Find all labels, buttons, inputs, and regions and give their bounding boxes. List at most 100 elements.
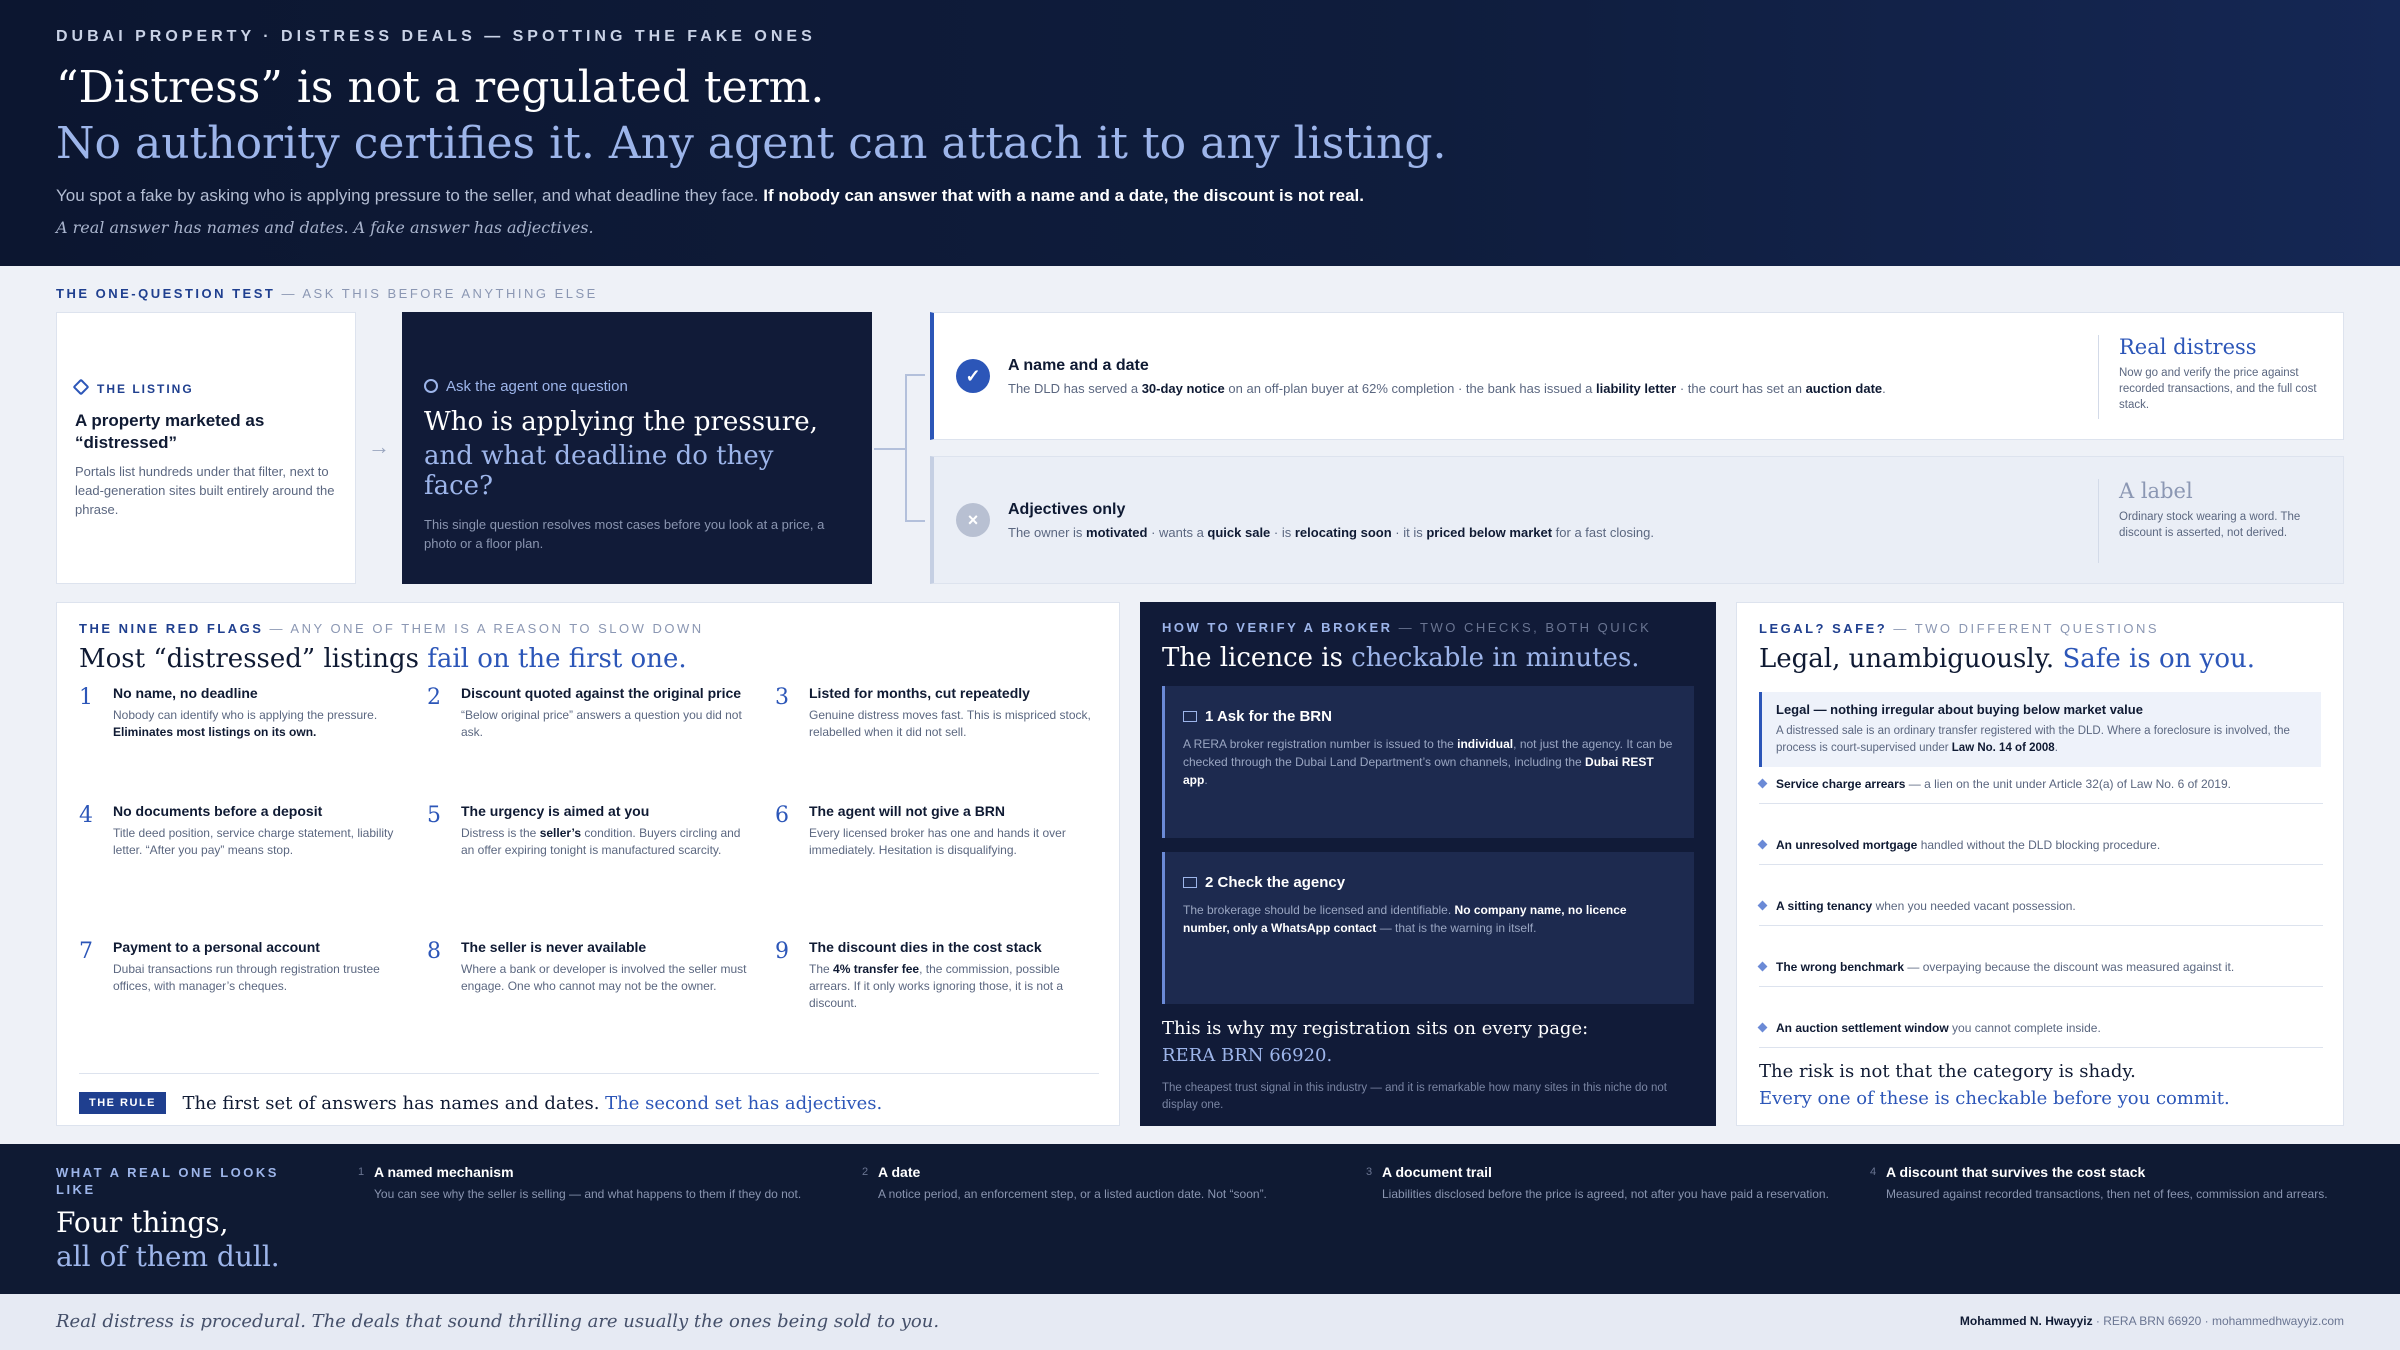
- band-label: WHAT A REAL ONE LOOKS LIKE: [56, 1165, 279, 1197]
- answer-real-side: Real distress Now go and verify the pric…: [2098, 335, 2328, 419]
- flag-text-a: Genuine distress moves fast. This is mis…: [809, 708, 1091, 739]
- flag-text: Genuine distress moves fast. This is mis…: [809, 707, 1095, 741]
- flag-text: Title deed position, service charge stat…: [113, 825, 399, 859]
- rule-text-plain: The first set of answers has names and d…: [182, 1093, 606, 1114]
- lead-bold: If nobody can answer that with a name an…: [763, 186, 1365, 205]
- rule-text: The first set of answers has names and d…: [182, 1093, 882, 1114]
- risk-item: Service charge arrears — a lien on the u…: [1757, 777, 2323, 804]
- red-flag-item: 6 The agent will not give a BRN Every lice…: [775, 803, 1095, 859]
- listing-desc: Portals list hundreds under that filter,…: [75, 464, 335, 517]
- step-brn-title: 1 Ask for the BRN: [1205, 708, 1332, 725]
- test-label-sub: — ASK THIS BEFORE ANYTHING ELSE: [281, 286, 598, 301]
- footer: Real distress is procedural. The deals t…: [0, 1294, 2400, 1350]
- real-thing-item: 4 A discount that survives the cost stack…: [1870, 1164, 2340, 1203]
- risk-item-bold: An auction settlement window: [1776, 1021, 1949, 1035]
- thing-text: Liabilities disclosed before the price i…: [1382, 1187, 1829, 1201]
- red-flag-item: 5 The urgency is aimed at you Distress is …: [427, 803, 747, 859]
- real-desc-b1: 30-day notice: [1141, 381, 1225, 396]
- rule-chip: THE RULE: [79, 1092, 166, 1114]
- verify-title-plain: The licence is: [1162, 643, 1352, 673]
- flags-label: THE NINE RED FLAGS: [79, 621, 264, 636]
- verify-foot-note: The cheapest trust signal in this indust…: [1162, 1082, 1667, 1111]
- flags-section-label: THE NINE RED FLAGS — ANY ONE OF THEM IS …: [79, 621, 1097, 636]
- headline-secondary: No authority certifies it. Any agent can…: [56, 118, 1447, 169]
- red-flag-item: 4 No documents before a deposit Title deed…: [79, 803, 399, 859]
- risk-item-bold: A sitting tenancy: [1776, 899, 1873, 913]
- red-flag-item: 8 The seller is never available Where a ba…: [427, 939, 747, 995]
- flag-text-a: Dubai transactions run through registrat…: [113, 962, 380, 993]
- band-title-line2: all of them dull.: [56, 1240, 280, 1273]
- flag-text-b: 4% transfer fee: [833, 962, 920, 976]
- flag-number: 1: [79, 685, 93, 710]
- step-brn-heading: 1 Ask for the BRN: [1183, 708, 1676, 725]
- real-desc-2: on an off-plan buyer at 62% completion ·…: [1224, 381, 1596, 396]
- legal-title-accent: Safe is on you.: [2062, 644, 2255, 674]
- flag-heading: The discount dies in the cost stack: [809, 939, 1042, 955]
- flag-heading: No documents before a deposit: [113, 803, 323, 819]
- lead-plain: You spot a fake by asking who is applyin…: [56, 186, 759, 205]
- real-thing-item: 1 A named mechanism You can see why the se…: [358, 1164, 828, 1203]
- verify-step-agency: 2 Check the agency The brokerage should …: [1162, 852, 1694, 1004]
- verify-foot-line1: This is why my registration sits on ever…: [1162, 1018, 1589, 1039]
- fake-desc-b2: quick sale: [1207, 525, 1271, 540]
- risk-item-text: handled without the DLD blocking procedu…: [1917, 838, 2161, 852]
- flag-heading: Payment to a personal account: [113, 939, 320, 955]
- step-agency-text-2: — that is the warning in itself.: [1376, 921, 1537, 935]
- risk-item: The wrong benchmark — overpaying because…: [1757, 960, 2323, 987]
- headline: “Distress” is not a regulated term.: [56, 62, 825, 113]
- flag-heading: The agent will not give a BRN: [809, 803, 1006, 819]
- flags-title-plain: Most “distressed” listings: [79, 644, 428, 674]
- diamond-icon: [1757, 1022, 1768, 1033]
- risk-item: An auction settlement window you cannot …: [1757, 1021, 2323, 1048]
- verify-label: HOW TO VERIFY A BROKER: [1162, 620, 1393, 635]
- lead-text: You spot a fake by asking who is applyin…: [56, 186, 1364, 206]
- legal-label-sub: — TWO DIFFERENT QUESTIONS: [1893, 621, 2160, 636]
- red-flag-item: 9 The discount dies in the cost stack The …: [775, 939, 1095, 1012]
- fake-side-title: A label: [2119, 479, 2193, 503]
- rule-text-accent: The second set has adjectives.: [605, 1093, 883, 1114]
- fake-desc-2: · wants a: [1147, 525, 1208, 540]
- legal-safe-panel: LEGAL? SAFE? — TWO DIFFERENT QUESTIONS L…: [1736, 602, 2344, 1126]
- real-desc-4: .: [1882, 381, 1886, 396]
- flags-title-accent: fail on the first one.: [427, 644, 687, 674]
- legal-box-law: Law No. 14 of 2008: [1951, 742, 2055, 754]
- building-icon: [1183, 877, 1197, 888]
- thing-number: 3: [1366, 1166, 1373, 1178]
- legal-label: LEGAL? SAFE?: [1759, 621, 1888, 636]
- answer-fake-side: A label Ordinary stock wearing a word. T…: [2098, 479, 2328, 563]
- real-thing-item: 2 A date A notice period, an enforcement s…: [862, 1164, 1332, 1203]
- fake-desc-5: for a fast closing.: [1552, 525, 1654, 540]
- answer-real-desc: The DLD has served a 30-day notice on an…: [1008, 381, 1886, 396]
- flag-text-b: Eliminates most listings on its own.: [113, 725, 317, 739]
- listing-tag-label: THE LISTING: [97, 382, 194, 396]
- verify-step-brn: 1 Ask for the BRN A RERA broker registra…: [1162, 686, 1694, 838]
- verify-broker-panel: HOW TO VERIFY A BROKER — TWO CHECKS, BOT…: [1140, 602, 1716, 1126]
- real-desc-b2: liability letter: [1596, 381, 1677, 396]
- step-brn-text-3: .: [1204, 773, 1208, 787]
- thing-heading: A named mechanism: [374, 1164, 514, 1180]
- thing-heading: A date: [878, 1164, 921, 1180]
- answer-fake-title: Adjectives only: [1008, 501, 1126, 518]
- risk-item-text: — a lien on the unit under Article 32(a)…: [1905, 777, 2231, 791]
- step-agency-text-1: The brokerage should be licensed and ide…: [1183, 903, 1455, 917]
- step-brn-bold-1: individual: [1457, 737, 1514, 751]
- verify-title-accent: checkable in minutes.: [1351, 643, 1640, 673]
- header-kicker: DUBAI PROPERTY · DISTRESS DEALS — SPOTTI…: [56, 28, 816, 45]
- flag-text-b: seller’s: [539, 826, 582, 840]
- step-agency-text: The brokerage should be licensed and ide…: [1183, 901, 1676, 937]
- ask-kicker-label: Ask the agent one question: [446, 378, 628, 395]
- flag-number: 7: [79, 939, 93, 964]
- real-desc-1: The DLD has served a: [1008, 381, 1142, 396]
- flag-text-a: Distress is the: [461, 826, 540, 840]
- flag-text: Nobody can identify who is applying the …: [113, 707, 399, 741]
- fake-desc-4: · it is: [1391, 525, 1427, 540]
- legal-box: Legal — nothing irregular about buying b…: [1759, 692, 2321, 767]
- fake-desc-b1: motivated: [1086, 525, 1148, 540]
- branch-connector-bottom: [905, 520, 925, 522]
- step-agency-title: 2 Check the agency: [1205, 874, 1346, 891]
- red-flag-item: 1 No name, no deadline Nobody can identify…: [79, 685, 399, 741]
- flag-text-a: Nobody can identify who is applying the …: [113, 708, 378, 722]
- ask-question-line2: and what deadline do they face?: [424, 441, 774, 501]
- red-flag-item: 7 Payment to a personal account Dubai tran…: [79, 939, 399, 995]
- ask-desc: This single question resolves most cases…: [424, 517, 825, 551]
